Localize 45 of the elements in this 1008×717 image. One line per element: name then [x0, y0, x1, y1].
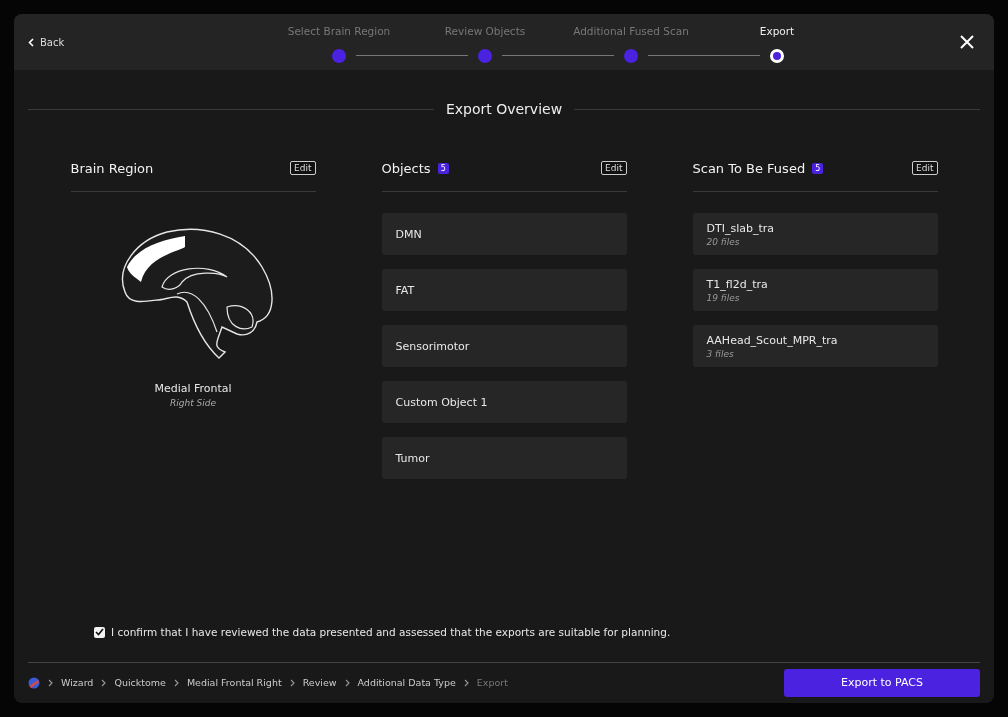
chevron-right-icon	[101, 678, 107, 687]
column-heading: Scan To Be Fused	[692, 160, 806, 176]
file-count: 19 files	[706, 292, 741, 303]
step-label: Additional Fused Scan	[573, 25, 689, 37]
scan-name: T1_fl2d_tra	[706, 277, 769, 291]
chevron-left-icon	[28, 37, 34, 47]
step-label: Select Brain Region	[287, 25, 391, 37]
count-badge: 5	[437, 162, 449, 174]
chevron-right-icon	[289, 678, 295, 687]
object-card: DMN	[381, 213, 627, 255]
section-title: Export Overview	[445, 101, 563, 117]
app-logo-icon	[28, 676, 40, 689]
close-icon[interactable]	[960, 35, 974, 49]
scan-name: AAHead_Scout_MPR_tra	[706, 333, 839, 347]
confirm-label: I confirm that I have reviewed the data presented and assessed that the exports are suitable for planning.	[111, 626, 671, 638]
step-label: Export	[759, 25, 795, 37]
file-count: 3 files	[706, 348, 735, 359]
file-count: 20 files	[706, 236, 741, 247]
region-name: Medial Frontal	[154, 382, 232, 395]
object-card: Sensorimotor	[381, 325, 627, 367]
confirm-checkbox[interactable]	[94, 626, 105, 638]
edit-button[interactable]: Edit	[601, 161, 627, 175]
region-side: Right Side	[170, 398, 216, 408]
breadcrumb-item[interactable]: Wizard	[61, 677, 94, 688]
step-label: Review Objects	[444, 25, 526, 37]
back-button[interactable]: Back	[26, 34, 216, 50]
breadcrumb-item[interactable]: Review	[302, 677, 337, 688]
edit-button[interactable]: Edit	[912, 161, 938, 175]
export-button[interactable]: Export to PACS	[784, 668, 980, 697]
scan-name: DTI_slab_tra	[706, 221, 776, 235]
chevron-right-icon	[48, 678, 53, 687]
edit-button[interactable]: Edit	[290, 161, 316, 175]
breadcrumb-item[interactable]: Quicktome	[114, 677, 166, 688]
object-card: Custom Object 1	[381, 381, 627, 423]
object-card: Tumor	[381, 437, 627, 479]
breadcrumb-item[interactable]: Medial Frontal Right	[186, 677, 282, 688]
column-heading: Brain Region	[70, 160, 154, 176]
chevron-right-icon	[463, 678, 469, 687]
object-card: FAT	[381, 269, 627, 311]
chevron-right-icon	[173, 678, 179, 687]
chevron-right-icon	[344, 678, 350, 687]
column-heading: Objects	[381, 160, 431, 176]
count-badge: 5	[812, 162, 824, 174]
breadcrumb-item: Export	[476, 677, 508, 688]
breadcrumb-item[interactable]: Additional Data Type	[357, 677, 456, 688]
